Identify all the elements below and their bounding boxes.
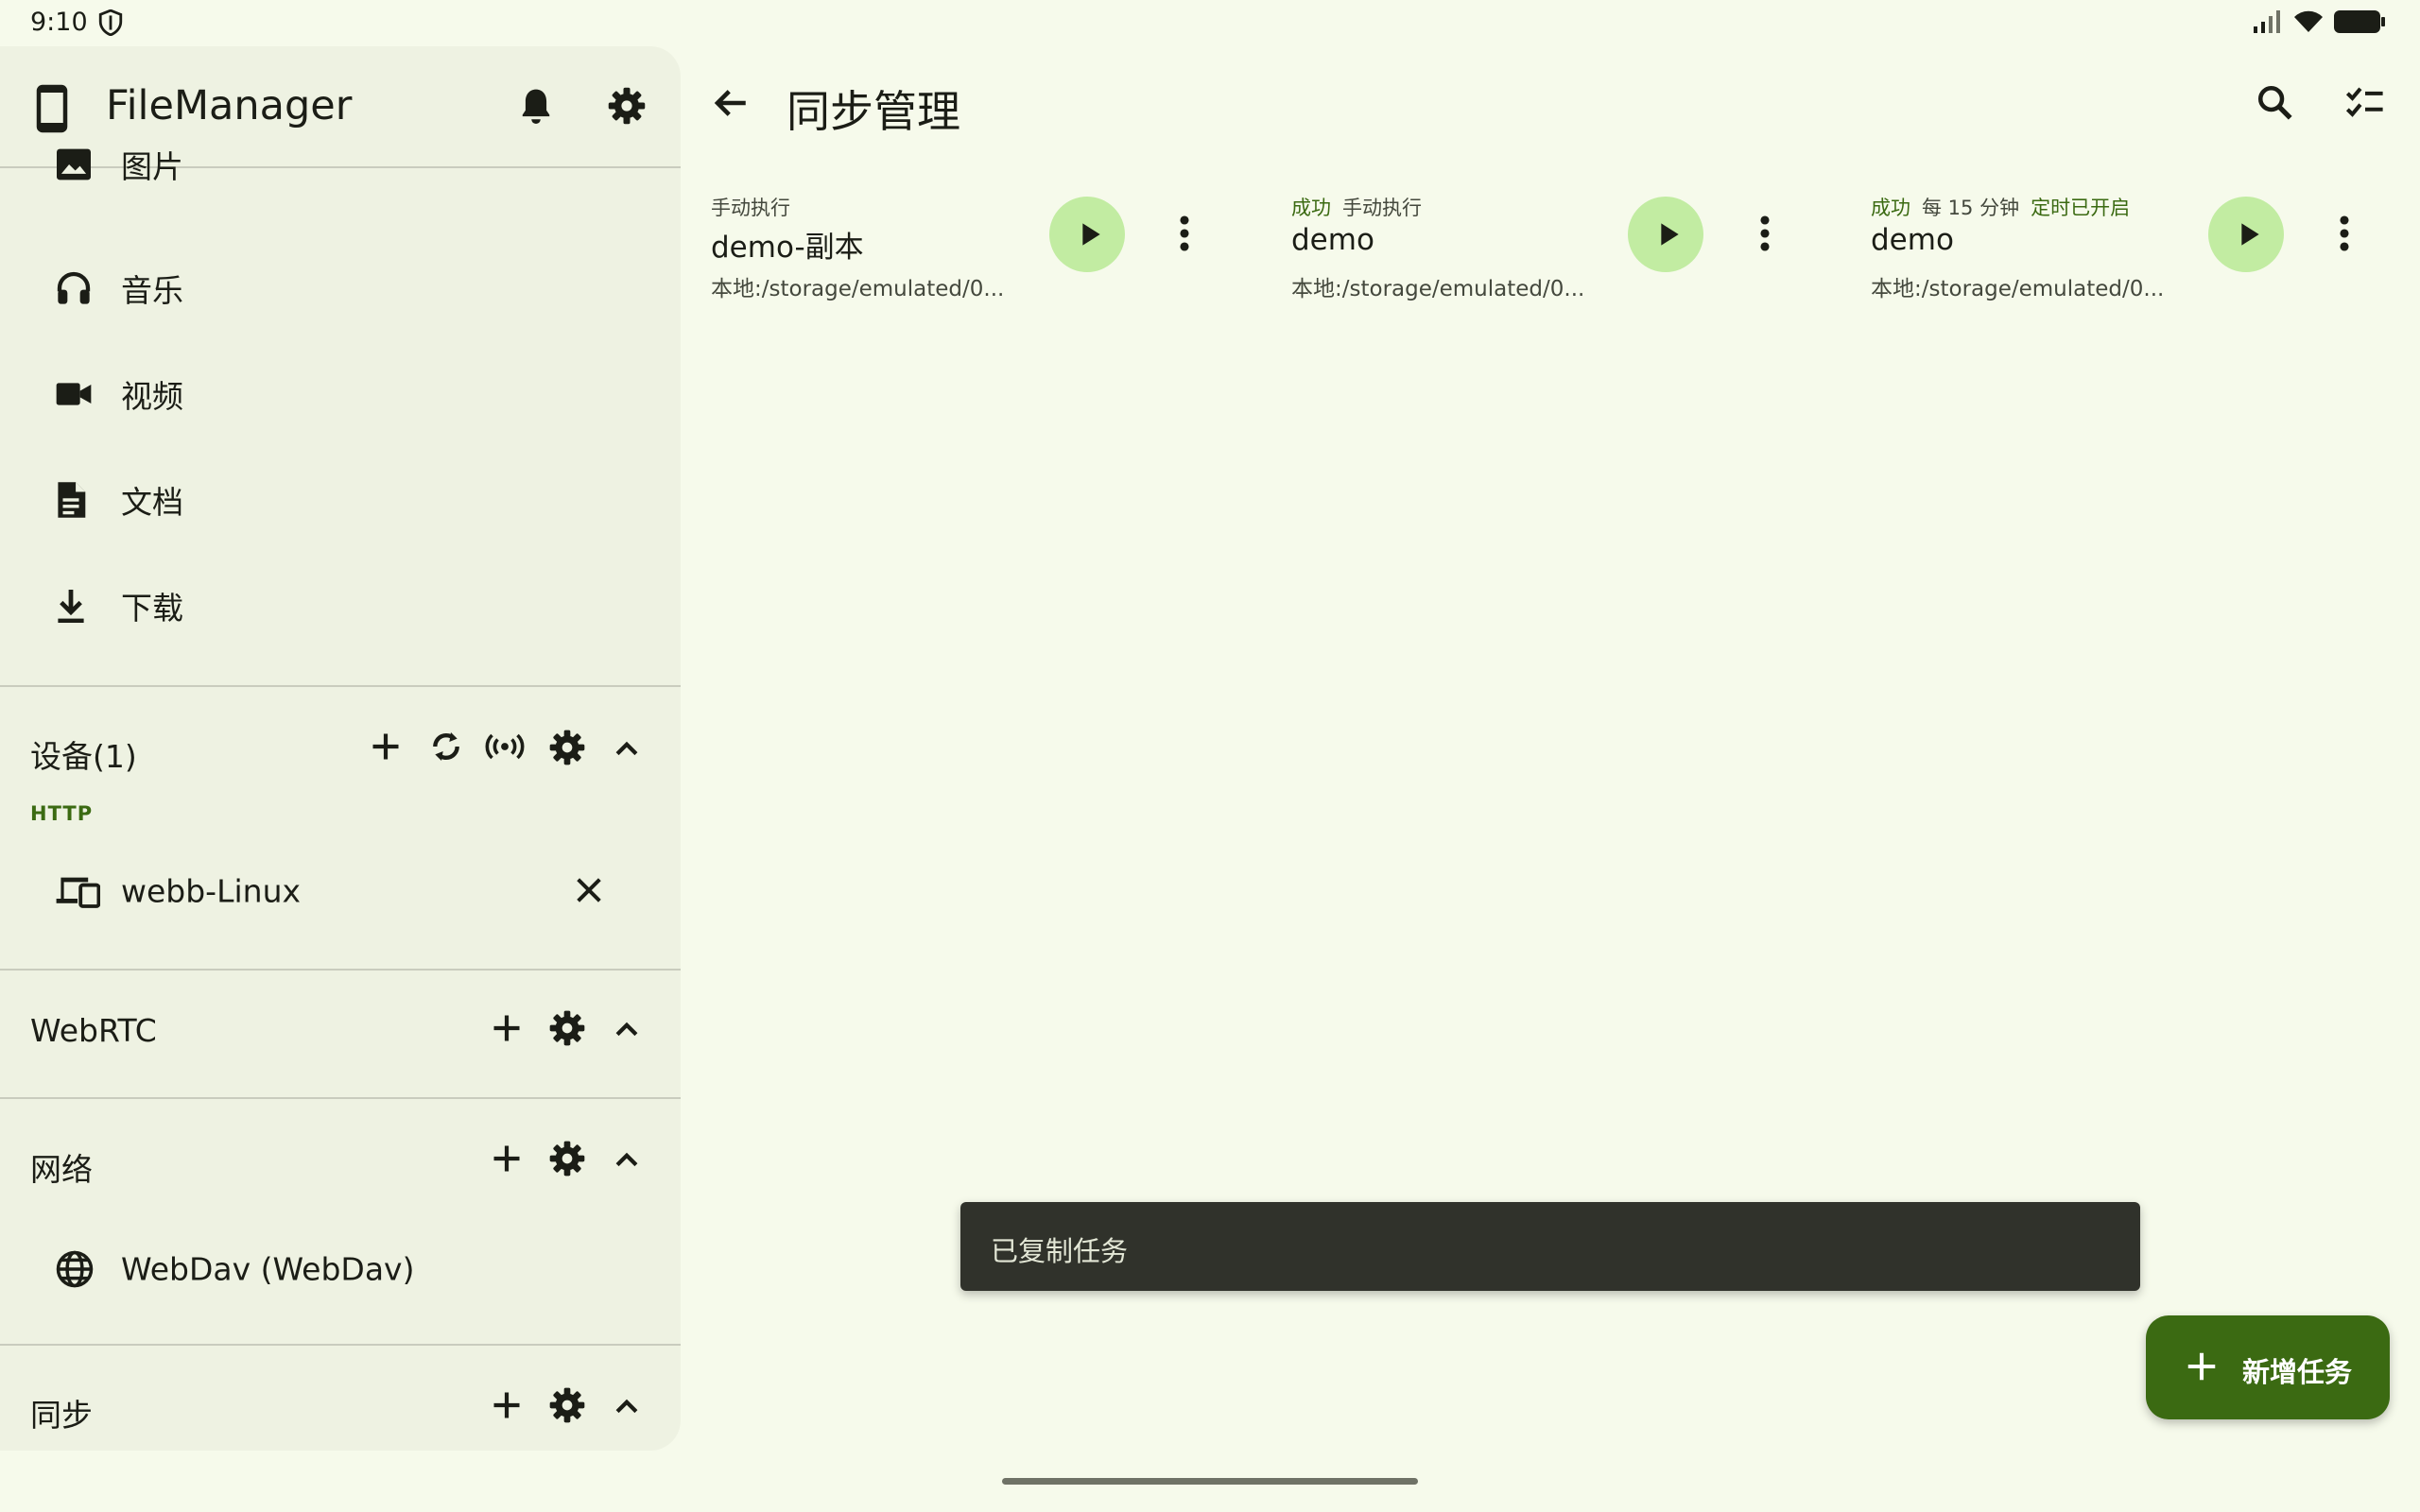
signal-icon: [2252, 9, 2284, 34]
divider: [0, 1344, 681, 1346]
chevron-up-icon[interactable]: [611, 1390, 643, 1422]
chevron-up-icon[interactable]: [611, 1143, 643, 1176]
more-vert-icon[interactable]: [1170, 214, 1199, 253]
add-icon: [2184, 1349, 2220, 1384]
phone-icon: [36, 84, 68, 133]
globe-icon: [55, 1249, 95, 1289]
network-item-label: WebDav (WebDav): [121, 1250, 415, 1288]
device-group-label: HTTP: [30, 802, 94, 825]
task-path: 本地:/storage/emulated/0...: [1871, 277, 2165, 301]
snackbar: 已复制任务: [960, 1202, 2140, 1291]
task-schedule-state: 定时已开启: [2031, 197, 2131, 219]
run-task-button[interactable]: [2208, 197, 2284, 272]
chevron-up-icon[interactable]: [611, 1013, 643, 1045]
nav-item-pictures[interactable]: 图片: [0, 136, 681, 193]
nav-item-downloads[interactable]: 下载: [0, 553, 681, 659]
network-item[interactable]: WebDav (WebDav): [0, 1216, 681, 1322]
headphones-icon: [55, 269, 93, 307]
sync-section-title: 同步: [30, 1397, 93, 1434]
battery-icon: [2333, 9, 2386, 34]
task-mode: 手动执行: [711, 197, 790, 219]
document-icon: [55, 480, 87, 520]
chevron-up-icon[interactable]: [611, 732, 643, 765]
nav-item-label: 音乐: [121, 272, 183, 309]
videocam-icon: [55, 380, 93, 408]
home-indicator[interactable]: [1002, 1478, 1418, 1485]
task-name: demo: [1291, 223, 1374, 257]
task-mode: 每 15 分钟: [1922, 197, 2020, 219]
network-section-title: 网络: [30, 1151, 93, 1188]
add-icon[interactable]: [369, 730, 403, 764]
task-tags: 成功每 15 分钟 定时已开启: [1871, 193, 2141, 221]
task-tags: 手动执行: [711, 193, 802, 221]
nav-item-label: 文档: [121, 484, 183, 521]
divider: [0, 1097, 681, 1099]
add-task-fab[interactable]: 新增任务: [2146, 1315, 2390, 1419]
back-arrow-icon[interactable]: [711, 83, 751, 123]
add-icon[interactable]: [490, 1011, 524, 1045]
app-title: FileManager: [106, 82, 353, 129]
nav-item-label: 图片: [121, 148, 183, 185]
sync-task-card[interactable]: 成功每 15 分钟 定时已开启 demo 本地:/storage/emulated…: [1871, 180, 2400, 312]
more-vert-icon[interactable]: [2330, 214, 2359, 253]
task-mode: 手动执行: [1342, 197, 1422, 219]
task-name: demo: [1871, 223, 1954, 257]
settings-gear-icon[interactable]: [607, 86, 647, 126]
close-icon[interactable]: [573, 874, 605, 906]
settings-gear-icon[interactable]: [548, 1386, 586, 1424]
sync-task-card[interactable]: 手动执行 demo-副本 本地:/storage/emulated/0...: [711, 180, 1240, 312]
add-icon[interactable]: [490, 1142, 524, 1176]
bell-icon[interactable]: [518, 86, 554, 126]
image-icon: [55, 147, 93, 181]
device-item[interactable]: webb-Linux: [0, 838, 681, 944]
search-icon[interactable]: [2256, 83, 2295, 123]
nav-item-documents[interactable]: 文档: [0, 447, 681, 553]
device-name: webb-Linux: [121, 872, 302, 910]
checklist-icon[interactable]: [2344, 83, 2386, 123]
task-name: demo-副本: [711, 231, 864, 265]
nav-item-music[interactable]: 音乐: [0, 235, 681, 341]
task-tags: 成功 手动执行: [1291, 193, 1433, 221]
divider: [0, 969, 681, 971]
sync-task-card[interactable]: 成功 手动执行 demo 本地:/storage/emulated/0...: [1291, 180, 1821, 312]
devices-section-title: 设备(1): [30, 738, 137, 775]
shield-icon: [98, 9, 123, 36]
broadcast-icon[interactable]: [484, 730, 526, 764]
task-status: 成功: [1871, 197, 1910, 219]
nav-item-label: 视频: [121, 378, 183, 415]
download-icon: [55, 588, 87, 624]
wifi-icon: [2293, 9, 2324, 34]
add-icon[interactable]: [490, 1388, 524, 1422]
task-path: 本地:/storage/emulated/0...: [711, 277, 1005, 301]
settings-gear-icon[interactable]: [548, 1009, 586, 1047]
webrtc-section-title: WebRTC: [30, 1012, 157, 1049]
settings-gear-icon[interactable]: [548, 1140, 586, 1177]
navigation-drawer: FileManager 图片 音乐 视频 文档 下载 设备(1) HTTP we…: [0, 46, 681, 1451]
nav-item-videos[interactable]: 视频: [0, 341, 681, 447]
page-title: 同步管理: [786, 86, 960, 137]
settings-gear-icon[interactable]: [548, 729, 586, 766]
more-vert-icon[interactable]: [1751, 214, 1779, 253]
status-time: 9:10: [30, 8, 88, 37]
task-status: 成功: [1291, 197, 1331, 219]
run-task-button[interactable]: [1049, 197, 1125, 272]
fab-label: 新增任务: [2242, 1356, 2353, 1388]
task-path: 本地:/storage/emulated/0...: [1291, 277, 1585, 301]
run-task-button[interactable]: [1628, 197, 1703, 272]
divider: [0, 685, 681, 687]
nav-item-label: 下载: [121, 590, 183, 627]
devices-icon: [55, 874, 100, 908]
snackbar-message: 已复制任务: [991, 1235, 1129, 1267]
refresh-sync-icon[interactable]: [427, 728, 465, 765]
